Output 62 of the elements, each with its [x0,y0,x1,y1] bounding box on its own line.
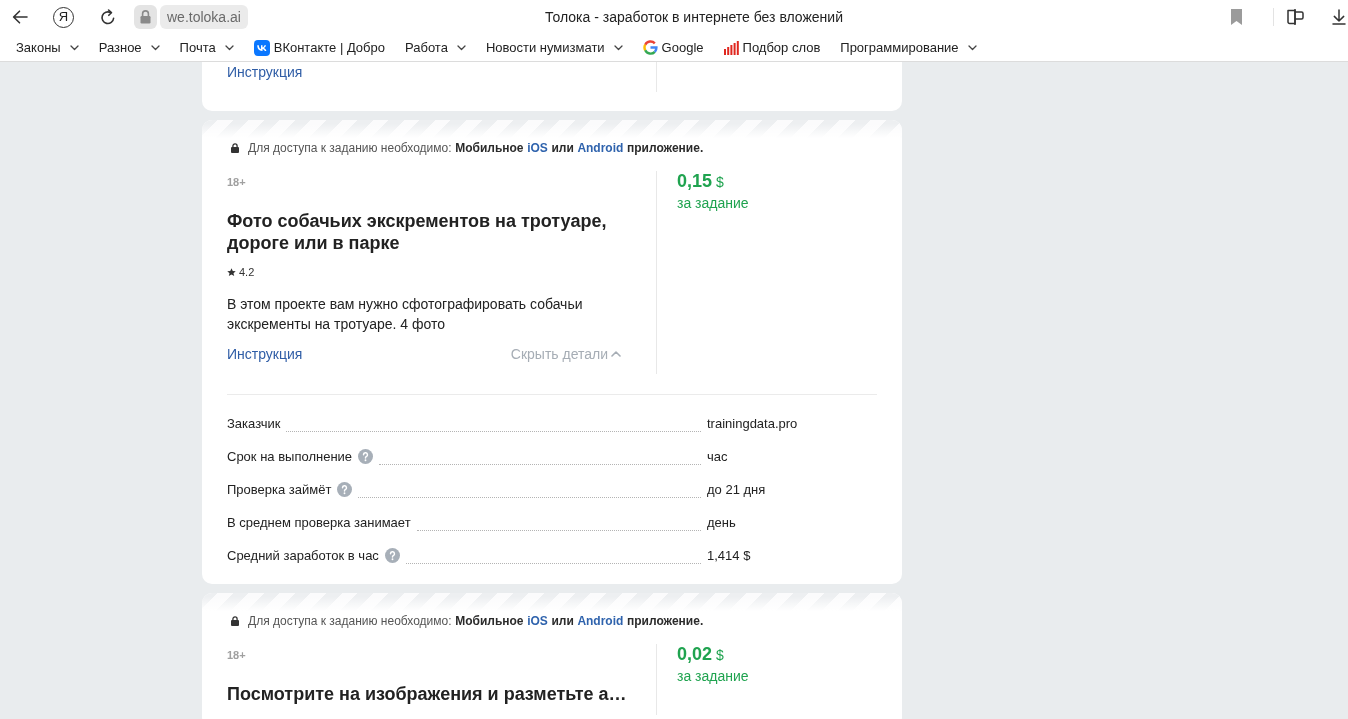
google-icon [642,40,658,55]
detail-value: день [707,515,737,530]
platform-link[interactable]: Android [577,614,624,628]
detail-label: Проверка займёт [227,482,332,497]
lock-icon [231,616,239,626]
lock-icon[interactable] [134,5,157,29]
bookmark-item[interactable]: Почта [179,40,234,55]
task-title: Посмотрите на изображения и разметьте а… [227,683,628,705]
vk-icon [253,39,270,56]
instruction-link[interactable]: Инструкция [227,64,303,80]
platform-link[interactable]: iOS [527,141,548,155]
instruction-link[interactable]: Инструкция [227,346,303,362]
bookmark-item[interactable]: Работа [404,40,466,55]
age-rating-label: 18+ [227,648,247,663]
chevron-down-icon [224,44,234,51]
chevron-down-icon [613,44,623,51]
bookmark-icon[interactable] [1231,9,1242,25]
rating-value: 4.2 [239,266,255,278]
age-rating-label: 18+ [227,175,247,190]
detail-label: Средний заработок в час [227,548,379,563]
bookmark-item[interactable]: Программирование [840,40,977,55]
chevron-up-icon [611,351,621,357]
reload-icon[interactable] [100,8,116,26]
detail-value: trainingdata.pro [707,416,799,431]
task-description: В этом проекте вам нужно сфотографировать собачьи экскременты на тротуаре. 4 фото [227,295,584,334]
price-caption: за задание [677,667,750,686]
detail-label: В среднем проверка занимает [227,515,411,530]
detail-value: до 21 дня [707,482,767,497]
price-caption: за задание [677,194,750,213]
detail-label: Заказчик [227,416,281,431]
panel-icon[interactable] [1286,8,1305,26]
back-icon[interactable] [12,10,28,24]
detail-value: 1,414 $ [707,548,752,563]
bar-chart-icon [723,40,739,55]
detail-value: час [707,449,729,464]
platform-link[interactable]: Android [577,141,624,155]
help-icon[interactable] [358,449,374,464]
task-price: 0,02 $ [677,644,725,665]
help-icon[interactable] [337,482,353,497]
chevron-down-icon [69,44,79,51]
chevron-down-icon [150,44,160,51]
page-title: Толока - заработок в интернете без вложений [545,9,843,25]
bookmark-item[interactable]: Разное [98,40,160,55]
detail-label: Срок на выполнение [227,449,353,464]
bookmark-item[interactable]: Новости нумизмати [485,40,623,55]
address-field[interactable]: we.toloka.ai [160,5,248,29]
task-title: Фото собачьих экскрементов на тротуаре, дороге или в парке [227,210,608,254]
yandex-button[interactable]: Я [53,6,74,28]
bookmark-item[interactable]: ВКонтакте | Добро [253,39,385,56]
access-notice: Для доступа к заданию необходимо: Мобильное iOS или Android приложение. [248,613,704,630]
lock-icon [231,143,239,153]
bookmark-item[interactable]: Подбор слов [723,40,821,55]
access-notice: Для доступа к заданию необходимо: Мобильное iOS или Android приложение. [248,140,704,157]
task-price: 0,15 $ [677,171,725,192]
bookmark-item[interactable]: Google [642,40,704,55]
star-icon [227,267,236,277]
chevron-down-icon [456,44,466,51]
platform-link[interactable]: iOS [527,614,548,628]
chevron-down-icon [967,44,977,51]
help-icon[interactable] [384,548,400,563]
bookmark-item[interactable]: Законы [16,40,79,55]
download-icon[interactable] [1332,9,1346,25]
